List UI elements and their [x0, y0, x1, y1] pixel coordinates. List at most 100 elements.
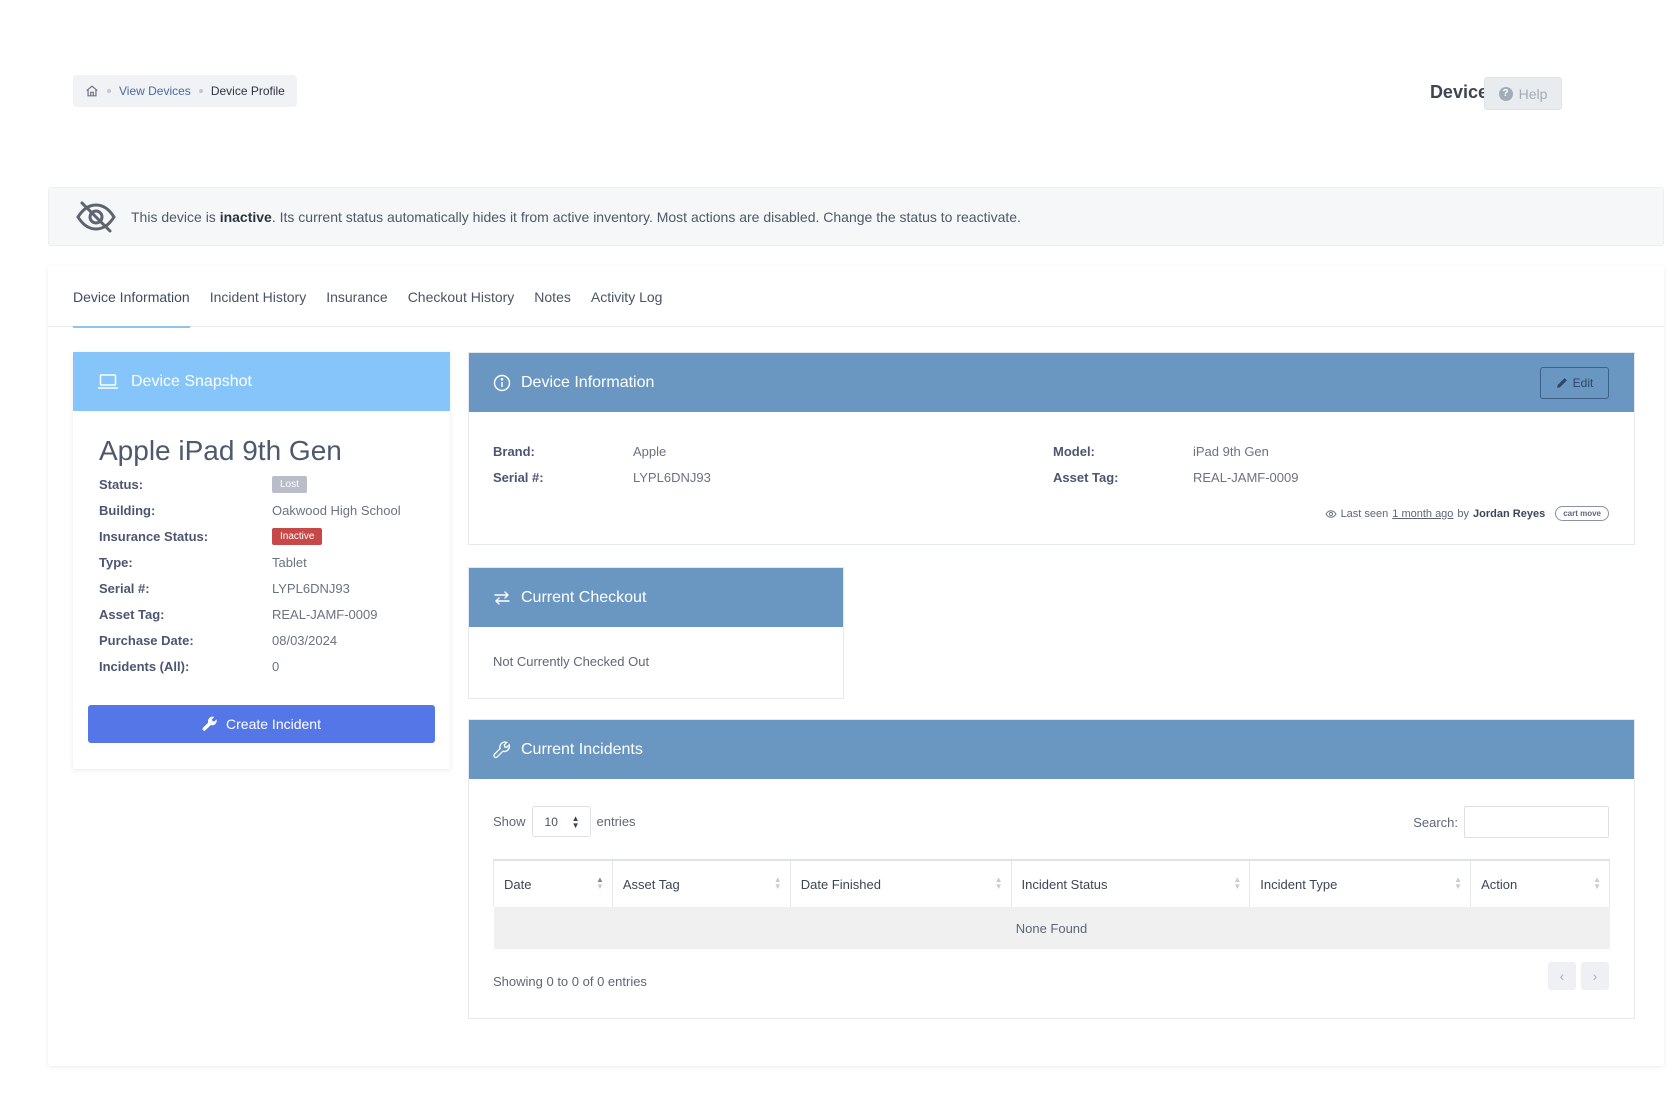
breadcrumb-separator — [198, 89, 203, 93]
info-icon — [493, 374, 511, 391]
banner-suffix: . Its current status automatically hides… — [271, 208, 1021, 225]
snapshot-row-asset-tag: Asset Tag: REAL-JAMF-0009 — [99, 601, 424, 627]
table-row: None Found — [493, 907, 1610, 949]
tab-notes[interactable]: Notes — [534, 266, 571, 327]
snapshot-value: Oakwood High School — [272, 502, 401, 518]
current-incidents-panel: Current Incidents Show 10 ▲ ▼ entries Sea… — [468, 719, 1635, 1019]
snapshot-key: Insurance Status: — [99, 528, 209, 544]
snapshot-value: 08/03/2024 — [272, 632, 338, 648]
column-label: Action — [1481, 876, 1518, 892]
column-header-date-finished[interactable]: Date Finished ▲ ▼ — [789, 859, 1012, 907]
checkout-status: Not Currently Checked Out — [493, 654, 650, 669]
create-incident-label: Create Incident — [226, 716, 321, 732]
pagination: ‹ › — [1548, 962, 1609, 990]
current-checkout-panel: Current Checkout Not Currently Checked O… — [468, 567, 844, 699]
device-information-header: Device Information Edit — [469, 353, 1634, 412]
column-label: Incident Type — [1260, 876, 1338, 892]
snapshot-row-incidents: Incidents (All): 0 — [99, 653, 424, 679]
column-header-incident-status[interactable]: Incident Status ▲ ▼ — [1010, 859, 1250, 907]
entries-label: entries — [596, 814, 636, 829]
snapshot-row-purchase-date: Purchase Date: 08/03/2024 — [99, 627, 424, 653]
home-icon[interactable] — [85, 84, 99, 98]
current-checkout-title: Current Checkout — [521, 588, 647, 606]
serial-key: Serial #: — [493, 469, 544, 485]
snapshot-header: Device Snapshot — [73, 352, 450, 411]
create-incident-button[interactable]: Create Incident — [88, 705, 435, 743]
snapshot-row-insurance: Insurance Status: Inactive — [99, 523, 424, 549]
insurance-badge: Inactive — [272, 527, 323, 545]
sort-icon: ▲ ▼ — [994, 875, 1003, 891]
column-header-incident-type[interactable]: Incident Type ▲ ▼ — [1249, 859, 1471, 907]
tab-incident-history[interactable]: Incident History — [210, 266, 306, 327]
snapshot-value: REAL-JAMF-0009 — [272, 606, 378, 622]
current-incidents-title: Current Incidents — [521, 740, 643, 758]
asset-tag-key: Asset Tag: — [1053, 469, 1119, 485]
info-row: Brand: Apple Model: iPad 9th Gen — [493, 438, 1613, 464]
breadcrumb-view-devices[interactable]: View Devices — [119, 84, 191, 98]
device-name: Apple iPad 9th Gen — [99, 435, 342, 466]
serial-value: LYPL6DNJ93 — [633, 469, 711, 485]
wrench-icon — [493, 740, 511, 758]
tab-checkout-history[interactable]: Checkout History — [408, 266, 515, 327]
info-row: Serial #: LYPL6DNJ93 Asset Tag: REAL-JAM… — [493, 464, 1613, 490]
banner-emphasis: inactive — [219, 208, 272, 225]
snapshot-row-building: Building: Oakwood High School — [99, 497, 424, 523]
snapshot-row-type: Type: Tablet — [99, 549, 424, 575]
status-badge: Lost — [272, 475, 307, 493]
help-button[interactable]: ? Help — [1484, 77, 1562, 110]
sort-icon: ▲ ▼ — [595, 875, 604, 891]
snapshot-key: Asset Tag: — [99, 606, 165, 622]
question-icon: ? — [1498, 86, 1513, 101]
next-page-button[interactable]: › — [1581, 962, 1609, 990]
brand-value: Apple — [633, 443, 667, 459]
help-label: Help — [1518, 85, 1548, 102]
laptop-icon — [98, 373, 118, 389]
device-snapshot-card: Device Snapshot Apple iPad 9th Gen Statu… — [73, 352, 450, 769]
previous-page-button[interactable]: ‹ — [1548, 962, 1576, 990]
search-input[interactable] — [1464, 806, 1609, 838]
eye-slash-icon — [75, 200, 117, 234]
column-header-asset-tag[interactable]: Asset Tag ▲ ▼ — [611, 859, 791, 907]
empty-table-message: None Found — [493, 907, 1610, 949]
sort-arrows-icon: ▲ ▼ — [571, 813, 580, 830]
edit-button[interactable]: Edit — [1540, 367, 1609, 399]
column-label: Incident Status — [1021, 876, 1108, 892]
arrows-exchange-icon — [494, 590, 510, 605]
column-label: Date Finished — [800, 876, 881, 892]
tab-insurance[interactable]: Insurance — [326, 266, 387, 327]
device-information-panel: Device Information Edit Brand: Apple Mod… — [468, 352, 1635, 545]
table-info: Showing 0 to 0 of 0 entries — [493, 974, 647, 989]
snapshot-key: Status: — [99, 476, 144, 492]
snapshot-row-serial: Serial #: LYPL6DNJ93 — [99, 575, 424, 601]
wrench-icon — [202, 716, 217, 731]
current-checkout-header: Current Checkout — [469, 568, 843, 627]
snapshot-row-status: Status: Lost — [99, 471, 424, 497]
last-seen-user: Jordan Reyes — [1473, 507, 1546, 520]
snapshot-title: Device Snapshot — [131, 372, 252, 390]
sort-icon: ▲ ▼ — [1454, 875, 1463, 891]
model-key: Model: — [1053, 443, 1095, 459]
brand-key: Brand: — [493, 443, 535, 459]
column-header-date[interactable]: Date ▲ ▼ — [493, 859, 613, 907]
tab-device-information[interactable]: Device Information — [73, 266, 190, 328]
device-info-grid: Brand: Apple Model: iPad 9th Gen Serial … — [493, 438, 1613, 490]
asset-tag-value: REAL-JAMF-0009 — [1193, 469, 1299, 485]
snapshot-key: Type: — [99, 554, 133, 570]
sort-icon: ▲ ▼ — [773, 875, 782, 891]
breadcrumb: View Devices Device Profile — [73, 75, 297, 107]
last-seen-badge: cart move — [1555, 506, 1609, 521]
entries-select[interactable]: 10 ▲ ▼ — [531, 806, 591, 837]
column-label: Date — [504, 876, 532, 892]
eye-icon — [1324, 509, 1337, 518]
banner-prefix: This device is — [131, 208, 220, 225]
incidents-table: Date ▲ ▼ Asset Tag ▲ ▼ Date Finished ▲ ▼ Incid… — [493, 859, 1610, 949]
breadcrumb-separator — [107, 89, 111, 93]
last-seen-by: by — [1457, 507, 1470, 520]
entries-value: 10 — [544, 814, 558, 829]
snapshot-key: Purchase Date: — [99, 632, 194, 648]
column-header-action[interactable]: Action ▲ ▼ — [1470, 859, 1610, 907]
snapshot-key: Serial #: — [99, 580, 150, 596]
tab-bar: Device Information Incident History Insu… — [48, 266, 1664, 328]
snapshot-key: Building: — [99, 502, 156, 518]
tab-activity-log[interactable]: Activity Log — [591, 266, 663, 327]
